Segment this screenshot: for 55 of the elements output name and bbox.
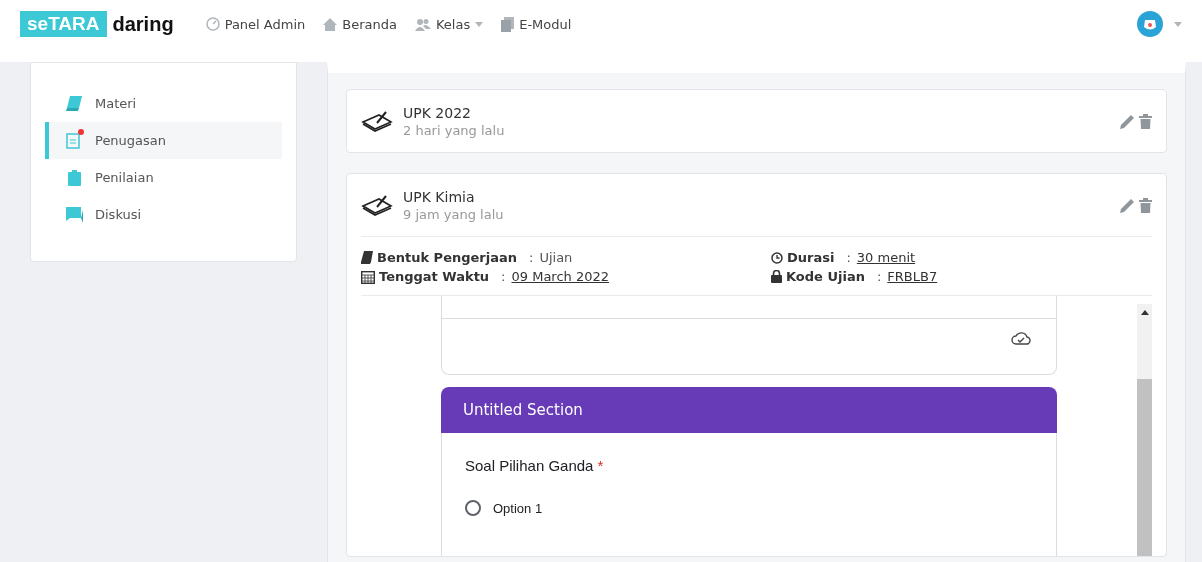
files-icon bbox=[501, 16, 515, 32]
sidebar-item[interactable]: Penilaian bbox=[45, 159, 282, 196]
sidebar-item[interactable]: Materi bbox=[45, 85, 282, 122]
trash-icon[interactable] bbox=[1139, 197, 1152, 213]
tablet-pen-icon bbox=[361, 110, 393, 132]
trash-icon[interactable] bbox=[1139, 113, 1152, 129]
sidebar-item[interactable]: Penugasan bbox=[45, 122, 282, 159]
relative-time: 9 jam yang lalu bbox=[403, 206, 504, 222]
detail-label: Tenggat Waktu bbox=[379, 269, 490, 284]
sidebar-item[interactable]: Diskusi bbox=[45, 196, 282, 233]
logo-text[interactable]: daring bbox=[112, 12, 174, 36]
detail-colon: : bbox=[876, 269, 882, 284]
assignment-title[interactable]: UPK Kimia bbox=[403, 188, 504, 205]
scrollbar[interactable] bbox=[1137, 304, 1152, 556]
detail-link[interactable]: 09 March 2022 bbox=[511, 269, 610, 284]
clock-icon bbox=[771, 251, 783, 264]
detail-label: Kode Ujian bbox=[786, 269, 865, 284]
scrollbar-thumb[interactable] bbox=[1137, 379, 1152, 556]
detail-value: Ujian bbox=[539, 250, 573, 265]
book-icon bbox=[66, 96, 82, 111]
scroll-up-icon[interactable] bbox=[1140, 310, 1149, 315]
section-header: Untitled Section bbox=[441, 387, 1057, 434]
detail-link[interactable]: 30 menit bbox=[856, 250, 916, 265]
calendar-icon bbox=[361, 269, 375, 284]
users-icon bbox=[414, 17, 431, 31]
nav-link[interactable]: Beranda bbox=[323, 16, 397, 32]
detail-link[interactable]: FRBLB7 bbox=[887, 269, 938, 284]
nav-link[interactable]: E-Modul bbox=[501, 16, 572, 32]
avatar-emblem-icon[interactable] bbox=[1136, 10, 1164, 38]
book-icon bbox=[361, 251, 373, 264]
tablet-pen-icon bbox=[361, 194, 393, 216]
detail-colon: : bbox=[529, 250, 534, 265]
radio-button[interactable] bbox=[465, 500, 481, 517]
lock-icon bbox=[771, 270, 782, 283]
assignment-title[interactable]: UPK 2022 bbox=[403, 104, 505, 121]
detail-colon: : bbox=[501, 269, 506, 284]
option-label: Option 1 bbox=[493, 500, 543, 516]
cloud-check-icon bbox=[1011, 331, 1031, 345]
detail-label: Bentuk Pengerjaan bbox=[377, 250, 517, 265]
question-text: Soal Pilihan Ganda bbox=[465, 457, 594, 475]
relative-time: 2 hari yang lalu bbox=[403, 122, 505, 138]
caret-icon bbox=[1174, 21, 1182, 27]
nav-link[interactable]: Panel Admin bbox=[205, 16, 306, 32]
pencil-icon[interactable] bbox=[1120, 197, 1135, 213]
clipboard-icon bbox=[67, 169, 81, 186]
nav-link[interactable]: Kelas bbox=[414, 16, 484, 32]
document-icon bbox=[66, 132, 82, 149]
home-icon bbox=[323, 17, 338, 31]
caret-icon bbox=[475, 21, 484, 27]
chat-icon bbox=[65, 206, 83, 223]
required-mark: * bbox=[597, 457, 604, 475]
detail-colon: : bbox=[846, 250, 851, 265]
detail-label: Durasi bbox=[787, 250, 835, 265]
pencil-icon[interactable] bbox=[1120, 113, 1135, 129]
gauge-icon bbox=[205, 17, 220, 31]
